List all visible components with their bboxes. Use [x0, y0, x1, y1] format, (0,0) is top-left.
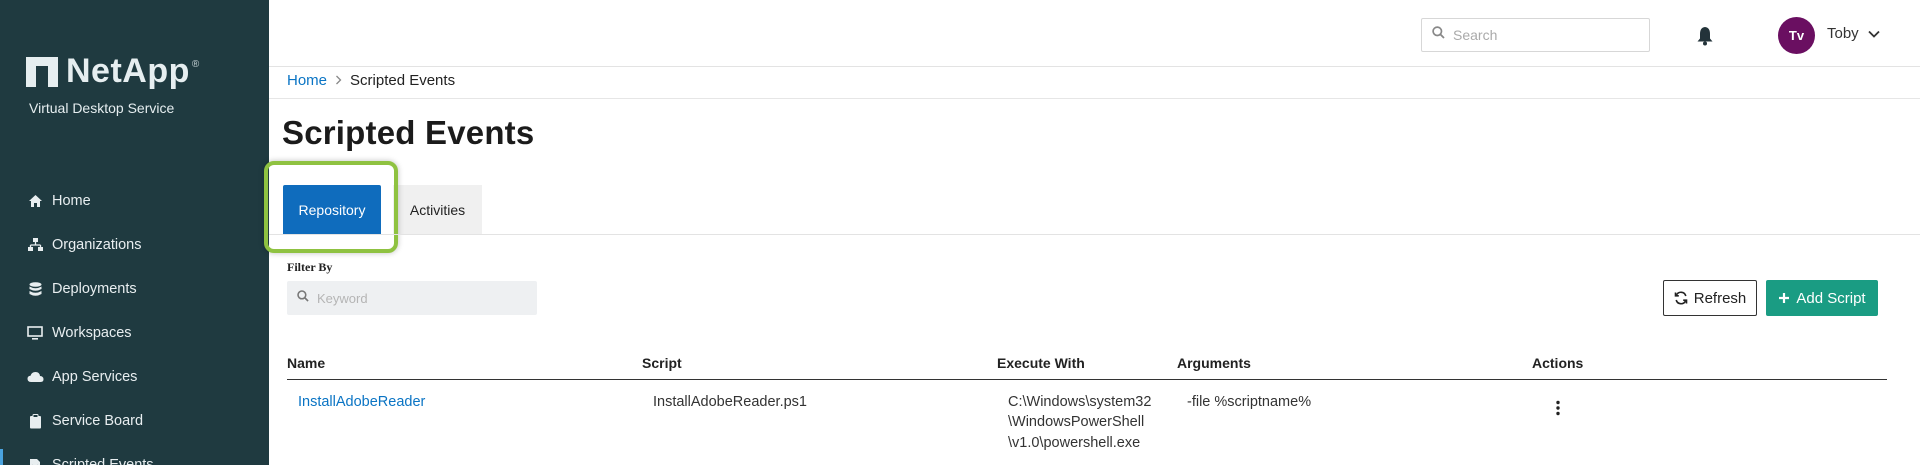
- refresh-button[interactable]: Refresh: [1663, 280, 1757, 316]
- execute-with-line: \WindowsPowerShell: [1008, 414, 1145, 430]
- chevron-right-icon: [335, 73, 342, 88]
- more-vertical-icon[interactable]: [1548, 398, 1568, 418]
- search-input[interactable]: [1453, 27, 1633, 43]
- home-icon: [26, 192, 44, 210]
- keyword-filter-input[interactable]: [317, 290, 517, 306]
- divider: [269, 98, 1920, 99]
- database-icon: [26, 280, 44, 298]
- column-header-execute-with[interactable]: Execute With: [997, 355, 1085, 371]
- tab-activities[interactable]: Activities: [393, 185, 482, 234]
- search-icon: [1432, 26, 1445, 44]
- sidebar-item-label: Deployments: [52, 281, 137, 297]
- sidebar-item-workspaces[interactable]: Workspaces: [0, 311, 269, 355]
- sidebar-item-label: Scripted Events: [52, 457, 154, 465]
- add-script-button[interactable]: Add Script: [1766, 280, 1878, 316]
- arguments-cell: -file %scriptname%: [1187, 394, 1312, 410]
- brand-name: NetApp: [66, 52, 190, 90]
- sidebar-item-scripted-events[interactable]: Scripted Events: [0, 443, 269, 465]
- tab-repository[interactable]: Repository: [283, 185, 381, 234]
- sidebar-item-app-services[interactable]: App Services: [0, 355, 269, 399]
- refresh-label: Refresh: [1693, 289, 1747, 307]
- script-name-link[interactable]: InstallAdobeReader: [298, 392, 425, 412]
- netapp-logo[interactable]: NetApp ®: [26, 52, 199, 91]
- script-file-cell: InstallAdobeReader.ps1: [653, 394, 807, 410]
- breadcrumb: Home Scripted Events: [287, 72, 455, 89]
- plus-icon: [1778, 292, 1790, 304]
- column-header-script[interactable]: Script: [642, 355, 682, 371]
- column-header-name[interactable]: Name: [287, 355, 325, 371]
- column-header-actions: Actions: [1532, 355, 1584, 371]
- breadcrumb-home-link[interactable]: Home: [287, 72, 327, 89]
- sidebar-item-label: Workspaces: [52, 325, 132, 341]
- refresh-icon: [1674, 291, 1688, 305]
- column-header-arguments[interactable]: Arguments: [1177, 355, 1251, 371]
- breadcrumb-current: Scripted Events: [350, 72, 456, 89]
- sidebar-item-label: Home: [52, 193, 91, 209]
- notification-bell-icon[interactable]: [1696, 26, 1714, 51]
- sidebar-item-label: Service Board: [52, 413, 144, 429]
- sidebar: NetApp ® Virtual Desktop Service Home Or…: [0, 0, 269, 465]
- divider: [269, 234, 1920, 235]
- filter-label: Filter By: [287, 260, 333, 274]
- chevron-down-icon[interactable]: [1868, 25, 1880, 43]
- sidebar-item-service-board[interactable]: Service Board: [0, 399, 269, 443]
- brand-subtitle: Virtual Desktop Service: [29, 100, 175, 116]
- sidebar-item-deployments[interactable]: Deployments: [0, 267, 269, 311]
- avatar[interactable]: Tv: [1778, 17, 1815, 54]
- sidebar-nav: Home Organizations Deployments Workspace…: [0, 179, 269, 465]
- top-bar: Tv Toby: [269, 0, 1920, 67]
- sidebar-item-home[interactable]: Home: [0, 179, 269, 223]
- clipboard-icon: [26, 412, 44, 430]
- sidebar-item-label: App Services: [52, 369, 138, 385]
- user-name[interactable]: Toby: [1827, 25, 1859, 42]
- brand-registered-mark: ®: [191, 59, 200, 70]
- search-icon: [297, 289, 309, 307]
- monitor-icon: [26, 324, 44, 342]
- app: NetApp ® Virtual Desktop Service Home Or…: [0, 0, 1920, 465]
- file-code-icon: [26, 456, 44, 465]
- execute-with-line: C:\Windows\system32: [1008, 394, 1152, 410]
- table-header-rule: [287, 379, 1887, 380]
- cloud-icon: [26, 368, 44, 386]
- tab-bar: Repository Activities: [283, 185, 482, 234]
- org-chart-icon: [26, 236, 44, 254]
- search-box[interactable]: [1421, 18, 1650, 52]
- sidebar-item-label: Organizations: [52, 237, 142, 253]
- execute-with-line: \v1.0\powershell.exe: [1008, 435, 1141, 451]
- sidebar-item-organizations[interactable]: Organizations: [0, 223, 269, 267]
- filter-box[interactable]: [287, 281, 537, 315]
- netapp-logo-icon: [26, 56, 58, 87]
- page-title: Scripted Events: [282, 114, 535, 151]
- add-script-label: Add Script: [1796, 289, 1866, 307]
